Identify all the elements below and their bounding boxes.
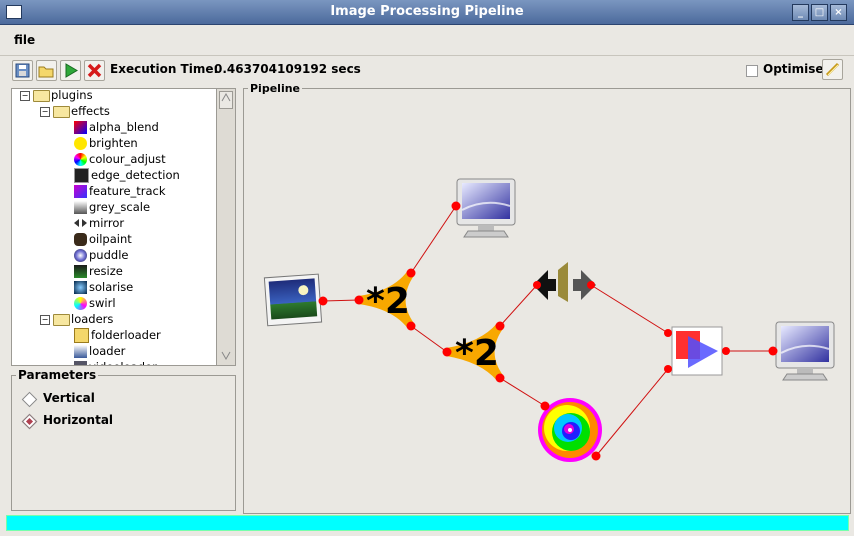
output-port-bottom[interactable] [495, 373, 505, 383]
input-port[interactable] [354, 295, 364, 305]
pipeline-canvas[interactable]: *2 *2 [0, 0, 854, 536]
input-port[interactable] [442, 347, 452, 357]
display-node-top[interactable] [451, 178, 516, 238]
picture-icon [263, 273, 323, 327]
input-port[interactable] [533, 281, 541, 289]
monitor-icon [775, 321, 835, 381]
alpha-blend-node[interactable] [664, 326, 730, 376]
output-port[interactable] [591, 451, 601, 461]
resize-node-2[interactable]: *2 [442, 321, 505, 383]
input-port[interactable] [540, 401, 550, 411]
status-bar [6, 515, 849, 531]
output-port-bottom[interactable] [406, 321, 416, 331]
input-port[interactable] [451, 201, 461, 211]
input-port-bottom[interactable] [664, 365, 672, 373]
swirl-node[interactable] [538, 398, 602, 462]
output-port-top[interactable] [495, 321, 505, 331]
resize-node-1[interactable]: *2 [354, 268, 416, 331]
display-node-right[interactable] [768, 321, 835, 381]
output-port[interactable] [587, 281, 595, 289]
resize-label-1: *2 [366, 281, 410, 322]
input-port[interactable] [768, 346, 778, 356]
output-port[interactable] [318, 296, 328, 306]
alpha-blend-icon [671, 326, 723, 376]
mirror-node[interactable] [533, 262, 596, 302]
resize-label-2: *2 [455, 333, 499, 374]
output-port-top[interactable] [406, 268, 416, 278]
mirror-icon [533, 262, 596, 302]
output-port[interactable] [722, 347, 730, 355]
monitor-icon [456, 178, 516, 238]
input-port-top[interactable] [664, 329, 672, 337]
image-source-node[interactable] [263, 273, 328, 327]
